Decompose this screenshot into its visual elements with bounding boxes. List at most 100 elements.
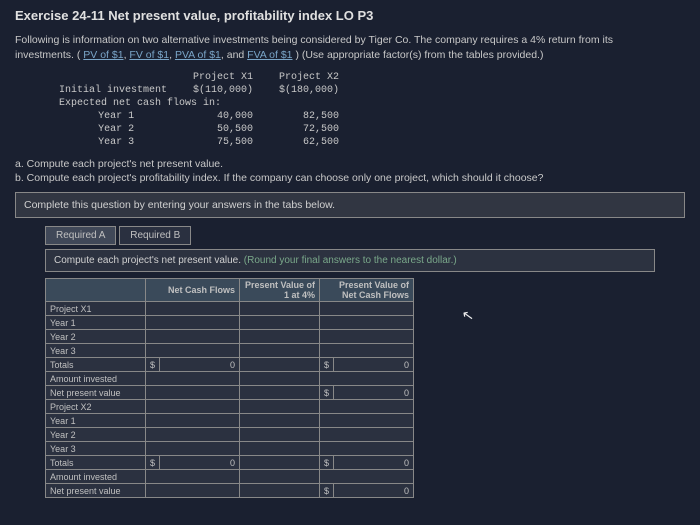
in-px2-ai-pvf[interactable] bbox=[240, 470, 320, 484]
link-fv[interactable]: FV of $1 bbox=[129, 49, 169, 61]
v-y2-x2: 72,500 bbox=[267, 124, 351, 135]
row-px2-totals: Totals bbox=[46, 456, 146, 470]
d5: $ bbox=[320, 456, 334, 470]
in-px2-y1-pvn[interactable] bbox=[320, 414, 414, 428]
row-px1-totals: Totals bbox=[46, 358, 146, 372]
in-px1-y1-pvn[interactable] bbox=[320, 316, 414, 330]
tab-required-b[interactable]: Required B bbox=[119, 226, 191, 245]
d2: $ bbox=[320, 358, 334, 372]
exercise-title: Exercise 24-11 Net present value, profit… bbox=[15, 8, 685, 23]
row-px1-y2: Year 2 bbox=[46, 330, 146, 344]
row-px1-y1: Year 1 bbox=[46, 316, 146, 330]
in-px1-y2-pvf[interactable] bbox=[240, 330, 320, 344]
in-px1-ai-pvf[interactable] bbox=[240, 372, 320, 386]
v-y2-x1: 50,500 bbox=[181, 124, 265, 135]
in-px2-y3-pvn[interactable] bbox=[320, 442, 414, 456]
tab-required-a[interactable]: Required A bbox=[45, 226, 116, 245]
in-px1-pvn[interactable] bbox=[320, 302, 414, 316]
v-px2-totals-pvn: 0 bbox=[334, 456, 414, 470]
sub-plain: Compute each project's net present value… bbox=[54, 255, 244, 266]
v-px2-npv-pvn: 0 bbox=[334, 484, 414, 498]
in-px1-y2-ncf[interactable] bbox=[146, 330, 240, 344]
v-px1-totals-ncf: 0 bbox=[160, 358, 240, 372]
in-px1-y1-ncf[interactable] bbox=[146, 316, 240, 330]
in-px1-pvf[interactable] bbox=[240, 302, 320, 316]
row-px1-ai: Amount invested bbox=[46, 372, 146, 386]
row-expected: Expected net cash flows in: bbox=[47, 98, 351, 109]
in-px2-y3-pvf[interactable] bbox=[240, 442, 320, 456]
row-y1: Year 1 bbox=[86, 111, 179, 122]
in-px2-totals-pvf[interactable] bbox=[240, 456, 320, 470]
in-px2-ai-ncf[interactable] bbox=[146, 470, 240, 484]
in-px2-ncf[interactable] bbox=[146, 400, 240, 414]
sub-instruction: Compute each project's net present value… bbox=[45, 249, 655, 272]
in-px1-ai-ncf[interactable] bbox=[146, 372, 240, 386]
d3: $ bbox=[320, 386, 334, 400]
row-px2: Project X2 bbox=[46, 400, 146, 414]
answer-table: Net Cash Flows Present Value of 1 at 4% … bbox=[45, 278, 414, 498]
v-y3-x1: 75,500 bbox=[181, 137, 265, 148]
d6: $ bbox=[320, 484, 334, 498]
h-pv-flows: Present Value of Net Cash Flows bbox=[320, 279, 414, 302]
blank-header bbox=[46, 279, 146, 302]
in-px1-y3-pvn[interactable] bbox=[320, 344, 414, 358]
h-project-x1: Project X1 bbox=[181, 72, 265, 83]
in-px2-y2-pvf[interactable] bbox=[240, 428, 320, 442]
in-px2-pvf[interactable] bbox=[240, 400, 320, 414]
in-px1-y3-pvf[interactable] bbox=[240, 344, 320, 358]
in-px1-y2-pvn[interactable] bbox=[320, 330, 414, 344]
cursor-icon: ↖ bbox=[461, 306, 476, 325]
in-px1-ncf[interactable] bbox=[146, 302, 240, 316]
in-px1-ai-pvn[interactable] bbox=[320, 372, 414, 386]
question-a: a. Compute each project's net present va… bbox=[15, 158, 685, 170]
in-px2-ai-pvn[interactable] bbox=[320, 470, 414, 484]
h-net-cash: Net Cash Flows bbox=[146, 279, 240, 302]
row-initial: Initial investment bbox=[47, 85, 179, 96]
tabs: Required A Required B bbox=[45, 226, 685, 245]
data-table: Project X1Project X2 Initial investment$… bbox=[45, 70, 353, 150]
in-px1-y3-ncf[interactable] bbox=[146, 344, 240, 358]
intro-text: Following is information on two alternat… bbox=[15, 33, 685, 62]
sub-green: (Round your final answers to the nearest… bbox=[244, 255, 457, 266]
intro-line1: Following is information on two alternat… bbox=[15, 34, 613, 46]
in-px2-y2-ncf[interactable] bbox=[146, 428, 240, 442]
h-project-x2: Project X2 bbox=[267, 72, 351, 83]
row-px2-npv: Net present value bbox=[46, 484, 146, 498]
row-y3: Year 3 bbox=[86, 137, 179, 148]
row-px2-y3: Year 3 bbox=[46, 442, 146, 456]
row-px1-npv: Net present value bbox=[46, 386, 146, 400]
row-y2: Year 2 bbox=[86, 124, 179, 135]
sep3: , and bbox=[221, 49, 247, 61]
h-pv-factor: Present Value of 1 at 4% bbox=[240, 279, 320, 302]
row-px2-ai: Amount invested bbox=[46, 470, 146, 484]
in-px2-y1-ncf[interactable] bbox=[146, 414, 240, 428]
in-px2-npv-pvf[interactable] bbox=[240, 484, 320, 498]
row-px1: Project X1 bbox=[46, 302, 146, 316]
v-y1-x1: 40,000 bbox=[181, 111, 265, 122]
in-px2-pvn[interactable] bbox=[320, 400, 414, 414]
row-px2-y2: Year 2 bbox=[46, 428, 146, 442]
v-px1-totals-pvn: 0 bbox=[334, 358, 414, 372]
d4: $ bbox=[146, 456, 160, 470]
v-y1-x2: 82,500 bbox=[267, 111, 351, 122]
link-pv[interactable]: PV of $1 bbox=[83, 49, 123, 61]
in-px1-totals-pvf[interactable] bbox=[240, 358, 320, 372]
intro-line2b: ) (Use appropriate factor(s) from the ta… bbox=[295, 49, 543, 61]
row-px2-y1: Year 1 bbox=[46, 414, 146, 428]
d1: $ bbox=[146, 358, 160, 372]
row-px1-y3: Year 3 bbox=[46, 344, 146, 358]
in-px1-y1-pvf[interactable] bbox=[240, 316, 320, 330]
in-px2-y1-pvf[interactable] bbox=[240, 414, 320, 428]
in-px2-y2-pvn[interactable] bbox=[320, 428, 414, 442]
link-fva[interactable]: FVA of $1 bbox=[247, 49, 292, 61]
instruction-box: Complete this question by entering your … bbox=[15, 192, 685, 218]
in-px2-y3-ncf[interactable] bbox=[146, 442, 240, 456]
v-px1-npv-pvn: 0 bbox=[334, 386, 414, 400]
in-px2-npv-ncf[interactable] bbox=[146, 484, 240, 498]
v-px2-totals-ncf: 0 bbox=[160, 456, 240, 470]
v-y3-x2: 62,500 bbox=[267, 137, 351, 148]
question-b: b. Compute each project's profitability … bbox=[15, 172, 685, 184]
in-px1-npv-pvf[interactable] bbox=[240, 386, 320, 400]
link-pva[interactable]: PVA of $1 bbox=[175, 49, 221, 61]
in-px1-npv-ncf[interactable] bbox=[146, 386, 240, 400]
